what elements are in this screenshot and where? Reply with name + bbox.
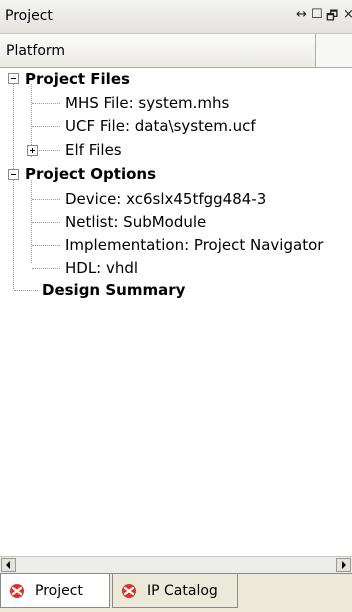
tree-connector	[32, 199, 60, 200]
bottom-tabbar: Project IP Catalog	[0, 573, 352, 612]
tree-connector	[32, 245, 60, 246]
tree-connector	[13, 83, 14, 289]
expand-toggle-elf-files[interactable]	[27, 145, 38, 156]
tree-item-netlist[interactable]: Netlist: SubModule	[65, 211, 206, 233]
tab-project-label: Project	[35, 582, 83, 599]
close-icon[interactable]: ×	[343, 7, 352, 22]
tree-item-ucf-file[interactable]: UCF File: data\system.ucf	[65, 115, 256, 137]
scroll-left-button[interactable]	[1, 558, 16, 572]
resize-icon[interactable]: ↔	[296, 7, 307, 22]
tree-item-hdl[interactable]: HDL: vhdl	[65, 257, 138, 279]
xilinx-icon	[10, 583, 24, 598]
arrow-right-icon	[342, 561, 346, 569]
maximize-icon[interactable]: ☐	[311, 7, 323, 22]
tab-ip-catalog-label: IP Catalog	[147, 582, 218, 599]
tree-connector	[32, 103, 60, 104]
view-tabstrip: Platform	[0, 34, 352, 68]
tree-connector	[32, 222, 60, 223]
collapse-toggle-project-options[interactable]	[8, 169, 19, 180]
tab-platform[interactable]: Platform	[0, 34, 316, 67]
xilinx-icon	[122, 583, 136, 598]
tree-node-project-files[interactable]: Project Files	[25, 68, 130, 90]
scroll-right-button[interactable]	[336, 558, 351, 572]
tree-item-implementation[interactable]: Implementation: Project Navigator	[65, 234, 323, 256]
tab-ip-catalog[interactable]: IP Catalog	[112, 574, 238, 608]
tab-project[interactable]: Project	[0, 574, 110, 608]
tree-item-device[interactable]: Device: xc6slx45tfgg484-3	[65, 188, 266, 210]
tree-node-design-summary[interactable]: Design Summary	[42, 279, 185, 301]
horizontal-scrollbar[interactable]	[0, 556, 352, 573]
tree-connector	[14, 290, 38, 291]
arrow-left-icon	[6, 561, 10, 569]
project-tree[interactable]: Project Files MHS File: system.mhs UCF F…	[0, 68, 352, 556]
collapse-toggle-project-files[interactable]	[8, 73, 19, 84]
tree-node-elf-files[interactable]: Elf Files	[65, 139, 122, 161]
panel-titlebar: Project ↔ ☐ 🗗 ×	[0, 0, 352, 34]
tree-connector	[32, 126, 60, 127]
tab-platform-label: Platform	[6, 43, 66, 59]
tree-item-mhs-file[interactable]: MHS File: system.mhs	[65, 92, 229, 114]
tree-connector	[32, 268, 60, 269]
restore-icon[interactable]: 🗗	[326, 7, 338, 29]
tree-connector	[39, 150, 60, 151]
panel-title: Project	[5, 8, 53, 24]
tree-node-project-options[interactable]: Project Options	[25, 163, 156, 185]
